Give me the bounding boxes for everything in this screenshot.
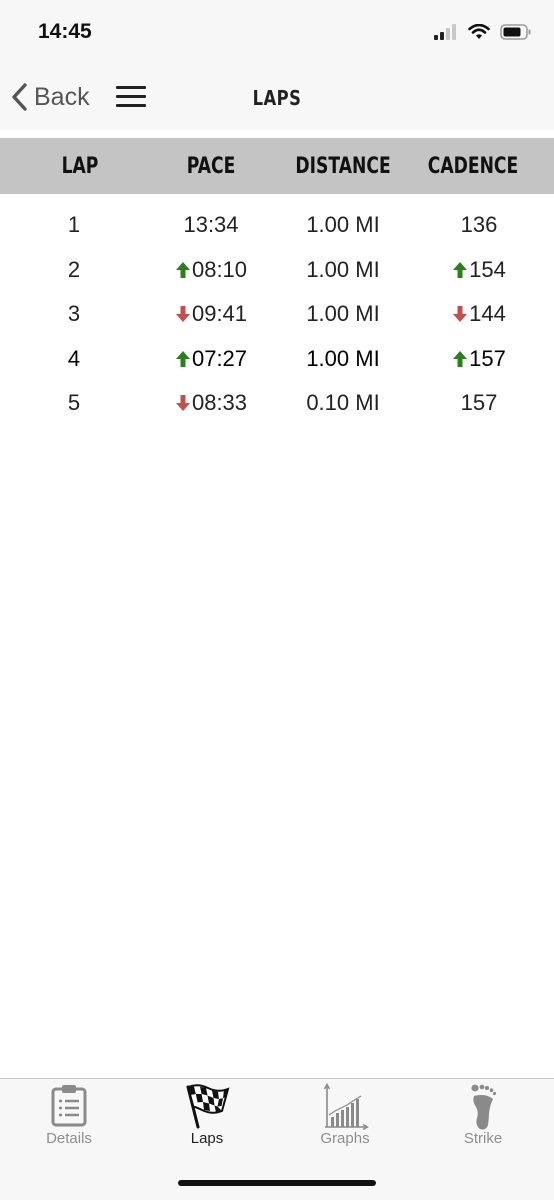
cell-cadence: 157 bbox=[418, 390, 540, 416]
cell-cadence: 154 bbox=[418, 257, 540, 283]
pace-value: 07:27 bbox=[191, 345, 248, 371]
tab-laps-label: Laps bbox=[190, 1130, 224, 1147]
arrow-up-icon bbox=[453, 350, 468, 367]
arrow-down-icon bbox=[175, 306, 190, 322]
arrow-down-icon bbox=[453, 306, 468, 322]
cellular-signal-icon bbox=[434, 24, 456, 40]
cadence-value: 157 bbox=[460, 390, 498, 415]
cell-lap: 5 bbox=[24, 390, 124, 416]
cell-lap: 4 bbox=[24, 346, 124, 372]
cell-pace: 13:34 bbox=[150, 212, 272, 238]
footprint-icon bbox=[471, 1084, 497, 1130]
cell-lap: 3 bbox=[24, 301, 124, 327]
status-icons bbox=[434, 24, 532, 40]
distance-value: 1.00 MI bbox=[306, 212, 380, 237]
tab-strike[interactable]: Strike bbox=[414, 1079, 552, 1159]
table-row: 5 08:33 0.10 MI 157 bbox=[0, 382, 554, 427]
cell-pace: 08:10 bbox=[150, 257, 272, 283]
cell-pace: 08:33 bbox=[150, 390, 272, 416]
checkered-flag-icon bbox=[186, 1084, 230, 1129]
header-lap: LAP bbox=[61, 153, 99, 179]
table-row: 4 07:27 1.00 MI 157 bbox=[0, 338, 554, 383]
table-row: 2 08:10 1.00 MI 154 bbox=[0, 249, 554, 294]
chevron-left-icon bbox=[12, 83, 27, 111]
cell-pace: 09:41 bbox=[150, 301, 272, 327]
pace-value: 08:33 bbox=[191, 390, 248, 415]
cell-cadence: 157 bbox=[418, 346, 540, 372]
header-cadence: CADENCE bbox=[427, 153, 519, 179]
header-distance: DISTANCE bbox=[295, 153, 391, 179]
arrow-down-icon bbox=[175, 395, 190, 411]
distance-value: 1.00 MI bbox=[306, 256, 380, 282]
tab-laps[interactable]: Laps bbox=[138, 1079, 276, 1159]
cell-distance: 1.00 MI bbox=[282, 212, 404, 238]
pace-value: 08:10 bbox=[191, 256, 248, 282]
table-row: 1 13:34 1.00 MI 136 bbox=[0, 204, 554, 249]
cell-lap: 1 bbox=[24, 212, 124, 238]
cell-pace: 07:27 bbox=[150, 346, 272, 372]
table-row: 3 09:41 1.00 MI 144 bbox=[0, 293, 554, 338]
lap-number: 1 bbox=[67, 212, 81, 237]
cell-lap: 2 bbox=[24, 257, 124, 283]
arrow-up-icon bbox=[453, 261, 468, 278]
lap-number: 2 bbox=[67, 256, 81, 282]
home-indicator bbox=[178, 1180, 376, 1186]
lap-number: 5 bbox=[67, 390, 81, 415]
cell-cadence: 136 bbox=[418, 212, 540, 238]
status-time: 14:45 bbox=[38, 20, 92, 43]
distance-value: 1.00 MI bbox=[306, 345, 380, 371]
laps-table: 1 13:34 1.00 MI 136 2 08:10 1.00 MI 154 3 09:41 1.… bbox=[0, 204, 554, 427]
distance-value: 0.10 MI bbox=[306, 390, 380, 415]
pace-value: 13:34 bbox=[183, 212, 239, 237]
pace-value: 09:41 bbox=[191, 301, 248, 326]
table-header: LAP PACE DISTANCE CADENCE bbox=[0, 138, 554, 194]
clipboard-icon bbox=[51, 1085, 87, 1127]
distance-value: 1.00 MI bbox=[306, 301, 380, 326]
tab-strike-label: Strike bbox=[463, 1130, 503, 1147]
cell-distance: 0.10 MI bbox=[282, 390, 404, 416]
cell-cadence: 144 bbox=[418, 301, 540, 327]
arrow-up-icon bbox=[175, 350, 190, 367]
cadence-value: 136 bbox=[460, 212, 498, 237]
battery-icon bbox=[500, 24, 531, 40]
lap-number: 3 bbox=[67, 301, 81, 326]
arrow-up-icon bbox=[175, 261, 190, 278]
tab-details[interactable]: Details bbox=[0, 1079, 138, 1159]
tab-details-label: Details bbox=[46, 1130, 92, 1147]
cell-distance: 1.00 MI bbox=[282, 346, 404, 372]
tab-graphs-label: Graphs bbox=[320, 1130, 370, 1147]
cadence-value: 157 bbox=[469, 345, 506, 371]
cell-distance: 1.00 MI bbox=[282, 301, 404, 327]
page-title: LAPS bbox=[252, 86, 302, 110]
header-pace: PACE bbox=[186, 153, 236, 179]
cell-distance: 1.00 MI bbox=[282, 257, 404, 283]
status-bar: 14:45 bbox=[0, 0, 554, 64]
nav-bar: Back LAPS bbox=[0, 64, 554, 130]
cadence-value: 154 bbox=[469, 256, 506, 282]
bar-graph-icon bbox=[323, 1083, 369, 1131]
cadence-value: 144 bbox=[469, 301, 506, 326]
wifi-icon bbox=[468, 24, 490, 39]
tab-graphs[interactable]: Graphs bbox=[276, 1079, 414, 1159]
lap-number: 4 bbox=[67, 345, 81, 371]
